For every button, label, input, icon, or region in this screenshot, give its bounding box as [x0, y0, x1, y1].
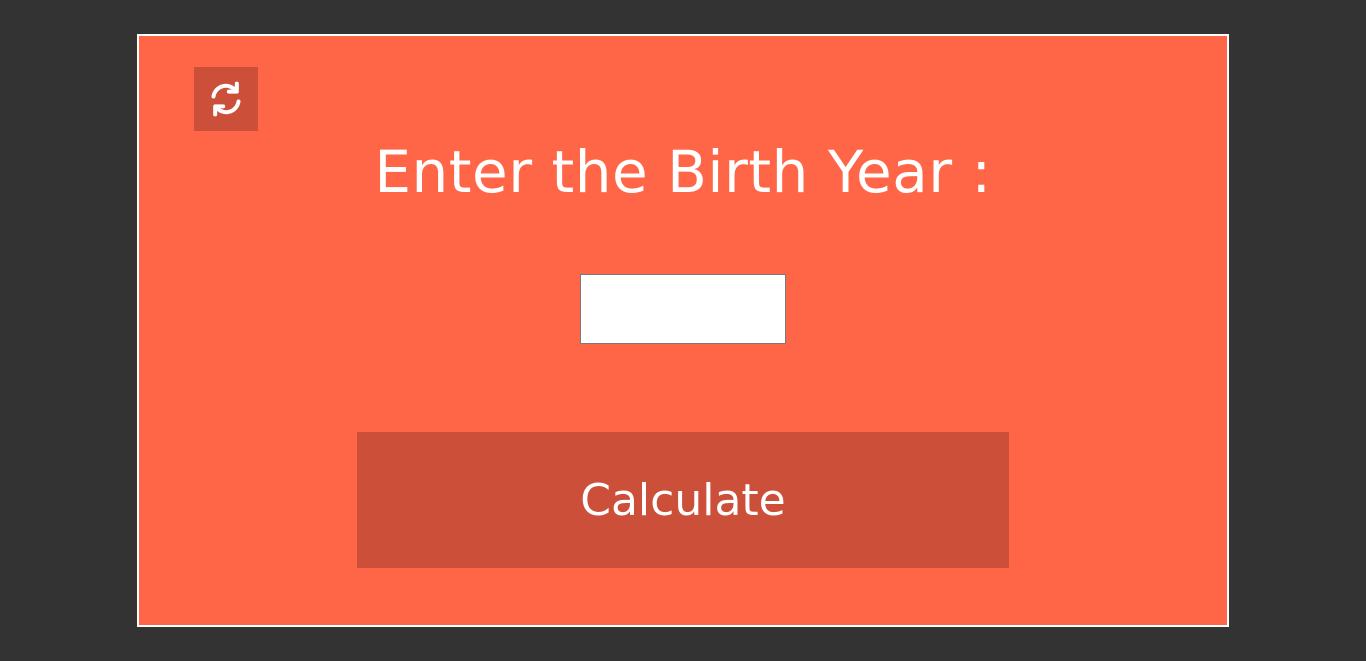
- age-calculator-card: Enter the Birth Year : Calculate: [137, 34, 1229, 627]
- refresh-icon: [211, 81, 241, 117]
- reset-button[interactable]: [194, 67, 258, 131]
- birth-year-heading: Enter the Birth Year :: [374, 138, 992, 206]
- birth-year-input[interactable]: [580, 274, 786, 344]
- calculate-button[interactable]: Calculate: [357, 432, 1009, 568]
